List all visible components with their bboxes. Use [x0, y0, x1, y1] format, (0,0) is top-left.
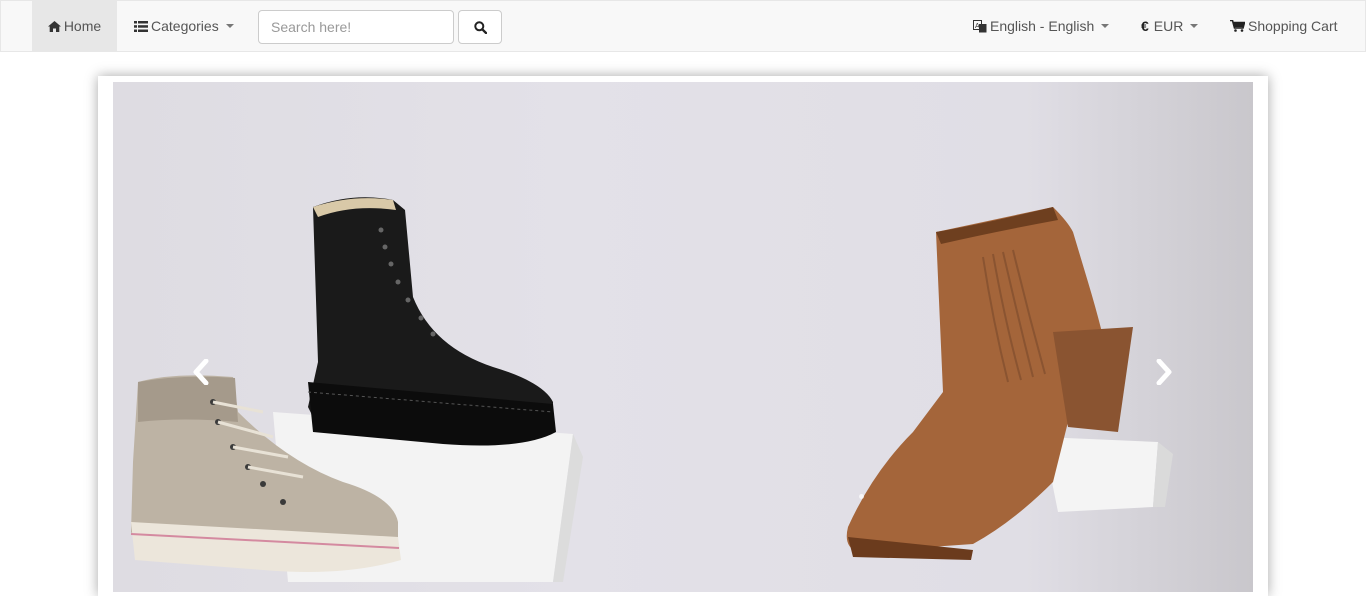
nav-shopping-cart[interactable]: Shopping Cart [1230, 1, 1338, 51]
language-icon: A [973, 19, 987, 33]
nav-categories-label: Categories [151, 18, 219, 34]
chevron-left-icon [193, 359, 209, 385]
nav-home-label: Home [63, 18, 102, 34]
carousel-slide [113, 82, 1253, 592]
nav-currency-dropdown[interactable]: € EUR [1141, 1, 1199, 51]
chevron-down-icon [225, 24, 234, 28]
cart-icon [1230, 20, 1245, 32]
carousel-prev-button[interactable] [186, 352, 216, 392]
chevron-down-icon [1101, 24, 1110, 28]
nav-currency-label: EUR [1153, 18, 1184, 34]
chevron-down-icon [1190, 24, 1199, 28]
chevron-right-icon [1156, 359, 1172, 385]
search-icon [473, 20, 487, 34]
euro-icon: € [1141, 18, 1149, 34]
carousel-next-button[interactable] [1149, 352, 1179, 392]
carousel-indicator[interactable] [859, 494, 864, 499]
nav-categories-dropdown[interactable]: Categories [134, 1, 234, 51]
home-icon [47, 20, 61, 32]
top-navbar: Home Categories A English - English € EU… [0, 0, 1366, 52]
winter-boots-banner [130, 197, 1173, 582]
nav-language-label: English - English [990, 18, 1095, 34]
carousel-frame [98, 76, 1268, 596]
list-icon [134, 20, 148, 32]
nav-home[interactable]: Home [32, 1, 117, 51]
nav-shopping-cart-label: Shopping Cart [1248, 18, 1338, 34]
search-input[interactable] [258, 10, 454, 44]
nav-language-dropdown[interactable]: A English - English [973, 1, 1110, 51]
search-button[interactable] [458, 10, 502, 44]
